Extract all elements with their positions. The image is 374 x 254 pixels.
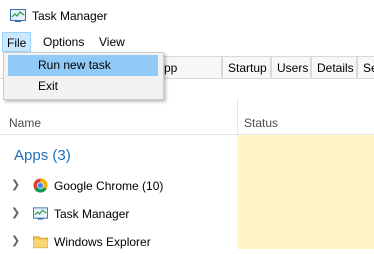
tab-details[interactable]: Details [311,56,357,78]
tab-users[interactable]: Users [271,56,311,78]
column-status[interactable]: Status [244,116,278,130]
window-title: Task Manager [32,9,108,23]
tab-startup[interactable]: Startup [222,56,271,78]
menu-view[interactable]: View [93,32,131,52]
row-label: Windows Explorer [54,235,151,249]
task-manager-icon [10,9,26,22]
row-label: Task Manager [54,207,130,221]
task-manager-icon [33,207,48,220]
menu-item-run-new-task[interactable]: Run new task [8,55,158,76]
chevron-right-icon[interactable]: ❯ [11,172,20,198]
group-header-apps: Apps (3) [14,147,71,164]
menu-file[interactable]: File [2,32,32,52]
chevron-right-icon[interactable]: ❯ [11,228,20,254]
column-name[interactable]: Name [9,116,41,130]
column-divider[interactable] [237,98,238,135]
tab-services[interactable]: Se [357,56,374,78]
menu-item-exit[interactable]: Exit [8,76,158,97]
menu-options[interactable]: Options [37,32,90,52]
chevron-right-icon[interactable]: ❯ [11,200,20,226]
row-label: Google Chrome (10) [54,179,164,193]
chrome-icon [33,178,48,193]
folder-icon [33,236,48,249]
